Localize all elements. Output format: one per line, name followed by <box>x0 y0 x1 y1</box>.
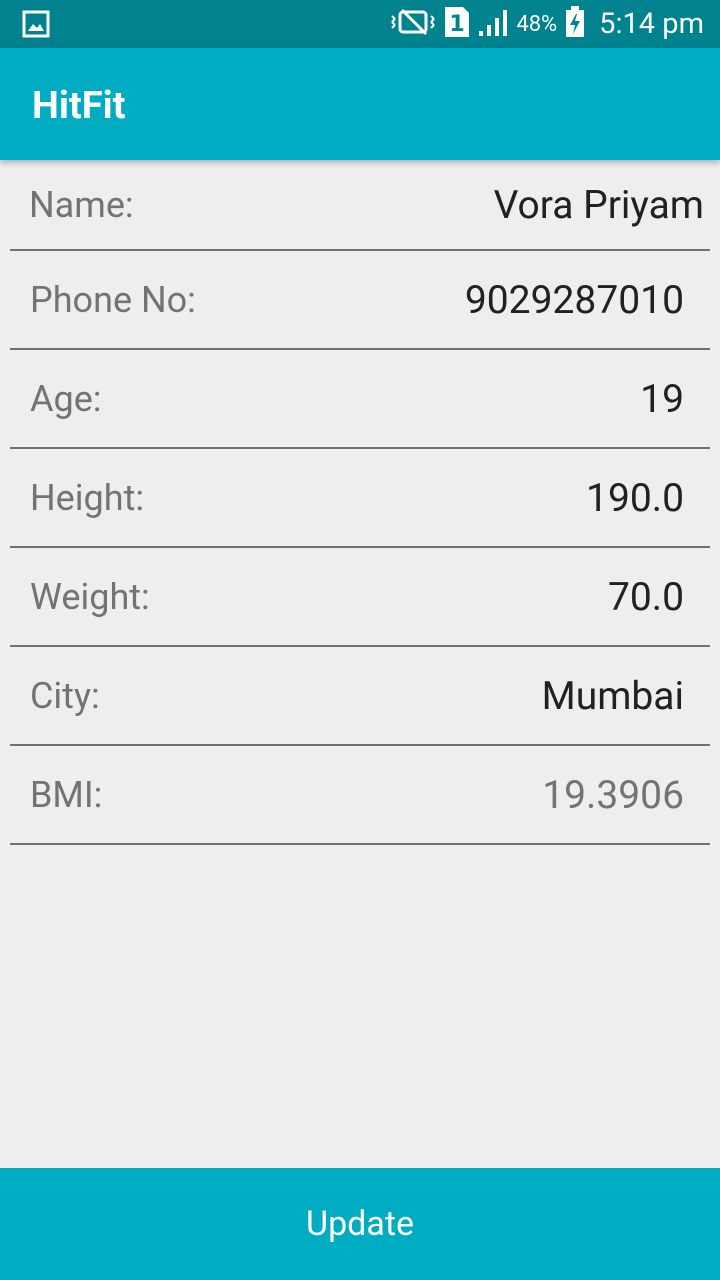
weight-label: Weight: <box>30 575 150 618</box>
gallery-notification-icon <box>22 10 50 42</box>
phone-label: Phone No: <box>30 278 196 321</box>
clock-time: 5:14 pm <box>599 7 704 41</box>
row-phone: Phone No: 9029287010 <box>10 251 710 350</box>
row-name: Name: Vora Priyam <box>10 160 710 251</box>
phone-value: 9029287010 <box>464 276 684 323</box>
weight-value: 70.0 <box>607 573 684 620</box>
profile-details: Name: Vora Priyam Phone No: 9029287010 A… <box>10 160 710 845</box>
signal-strength-icon <box>478 7 512 41</box>
status-bar: 1 48% 5:14 pm <box>0 0 720 48</box>
bmi-value: 19.3906 <box>542 771 684 818</box>
height-value: 190.0 <box>586 474 684 521</box>
app-title: HitFit <box>32 84 126 128</box>
height-label: Height: <box>30 476 145 519</box>
row-age: Age: 19 <box>10 350 710 449</box>
row-weight: Weight: 70.0 <box>10 548 710 647</box>
city-label: City: <box>30 674 100 717</box>
name-label: Name: <box>29 183 134 226</box>
row-bmi: BMI: 19.3906 <box>10 746 710 845</box>
status-icons: 1 48% 5:14 pm <box>382 0 704 48</box>
row-height: Height: 190.0 <box>10 449 710 548</box>
battery-charging-icon <box>565 6 585 42</box>
row-city: City: Mumbai <box>10 647 710 746</box>
age-label: Age: <box>30 377 102 420</box>
city-value: Mumbai <box>541 672 684 719</box>
app-bar: HitFit <box>0 48 720 160</box>
svg-text:1: 1 <box>450 12 465 37</box>
vibrate-muted-icon <box>390 7 436 41</box>
bmi-label: BMI: <box>30 773 103 816</box>
update-button[interactable]: Update <box>0 1168 720 1280</box>
name-value: Vora Priyam <box>493 181 704 228</box>
sim-slot-icon: 1 <box>444 6 470 42</box>
age-value: 19 <box>640 375 684 422</box>
battery-percent: 48% <box>516 11 558 37</box>
